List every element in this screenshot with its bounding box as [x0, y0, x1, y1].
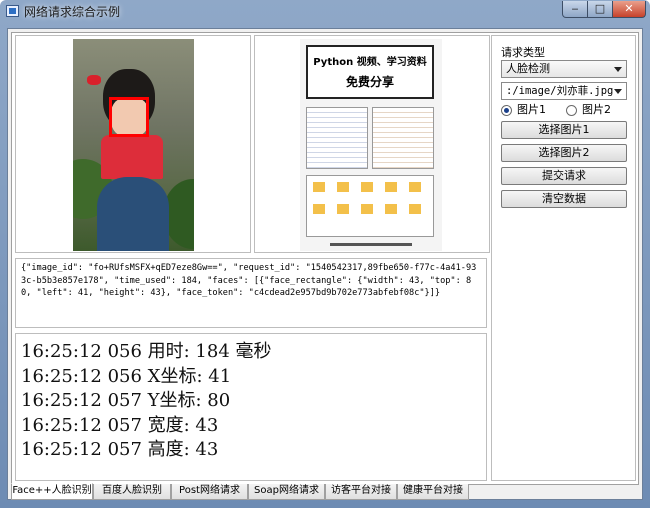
chevron-down-icon — [614, 89, 622, 94]
radio-image2[interactable]: 图片2 — [566, 102, 611, 118]
title-bar[interactable]: 网络请求综合示例 ‒ □ ✕ — [0, 0, 650, 22]
tab-baidu-face[interactable]: 百度人脸识别 — [93, 484, 171, 500]
chevron-down-icon — [614, 67, 622, 72]
app-icon — [6, 5, 19, 17]
tab-page-faceplusplus: Python 视频、学习资料 免费分享 {"image_id": "fo+RUf… — [11, 32, 639, 485]
radio-unchecked-icon — [566, 105, 577, 116]
maximize-button[interactable]: □ — [587, 1, 613, 18]
request-type-value: 人脸检测 — [506, 62, 550, 75]
girl-photo-image — [73, 39, 194, 251]
window-title: 网络请求综合示例 — [24, 5, 121, 19]
image-panel-1 — [15, 35, 251, 253]
tab-soap-request[interactable]: Soap网络请求 — [248, 484, 325, 500]
log-line: 16:25:12 057 Y坐标: 80 — [21, 390, 231, 411]
submit-request-button[interactable]: 提交请求 — [501, 167, 627, 185]
tab-faceplusplus[interactable]: Face++人脸识别 — [11, 483, 93, 500]
tab-health-platform[interactable]: 健康平台对接 — [397, 484, 469, 500]
poster-title-line2: 免费分享 — [345, 75, 394, 89]
image-path-combobox[interactable]: :/image/刘亦菲.jpg — [501, 82, 627, 100]
log-line: 16:25:12 057 高度: 43 — [21, 439, 219, 460]
log-line: 16:25:12 057 宽度: 43 — [21, 414, 219, 436]
log-textbox[interactable]: 16:25:12 056 用时: 184 毫秒 16:25:12 056 X坐标… — [15, 333, 487, 481]
controls-panel: 请求类型 人脸检测 :/image/刘亦菲.jpg 图片1 图片2 选择图片1 … — [491, 35, 636, 481]
close-button[interactable]: ✕ — [612, 1, 646, 18]
client-area: Python 视频、学习资料 免费分享 {"image_id": "fo+RUf… — [7, 28, 643, 500]
tab-post-request[interactable]: Post网络请求 — [171, 484, 248, 500]
poster-image: Python 视频、学习资料 免费分享 — [300, 39, 442, 251]
json-result-textbox[interactable]: {"image_id": "fo+RUfsMSFX+qED7eze8Gw==",… — [15, 258, 487, 328]
image-path-value: :/image/刘亦菲.jpg — [506, 85, 614, 97]
radio-image1-label: 图片1 — [517, 103, 546, 116]
poster-title-line1: Python 视频、学习资料 — [313, 57, 427, 68]
face-rectangle-overlay — [109, 97, 149, 137]
radio-image2-label: 图片2 — [582, 103, 611, 116]
minimize-button[interactable]: ‒ — [562, 1, 588, 18]
tab-visitor-platform[interactable]: 访客平台对接 — [325, 484, 397, 500]
radio-checked-icon — [501, 105, 512, 116]
app-window: 网络请求综合示例 ‒ □ ✕ Python 视频、学习资料 免费分享 {"ima… — [0, 0, 650, 508]
select-image2-button[interactable]: 选择图片2 — [501, 144, 627, 162]
log-line: 16:25:12 056 用时: 184 毫秒 — [21, 341, 272, 362]
image-panel-2: Python 视频、学习资料 免费分享 — [254, 35, 490, 253]
request-type-label: 请求类型 — [501, 46, 545, 59]
radio-image1[interactable]: 图片1 — [501, 102, 546, 118]
request-type-select[interactable]: 人脸检测 — [501, 60, 627, 78]
poster-title-box: Python 视频、学习资料 免费分享 — [306, 45, 434, 99]
clear-data-button[interactable]: 清空数据 — [501, 190, 627, 208]
select-image1-button[interactable]: 选择图片1 — [501, 121, 627, 139]
log-line: 16:25:12 056 X坐标: 41 — [21, 365, 232, 387]
